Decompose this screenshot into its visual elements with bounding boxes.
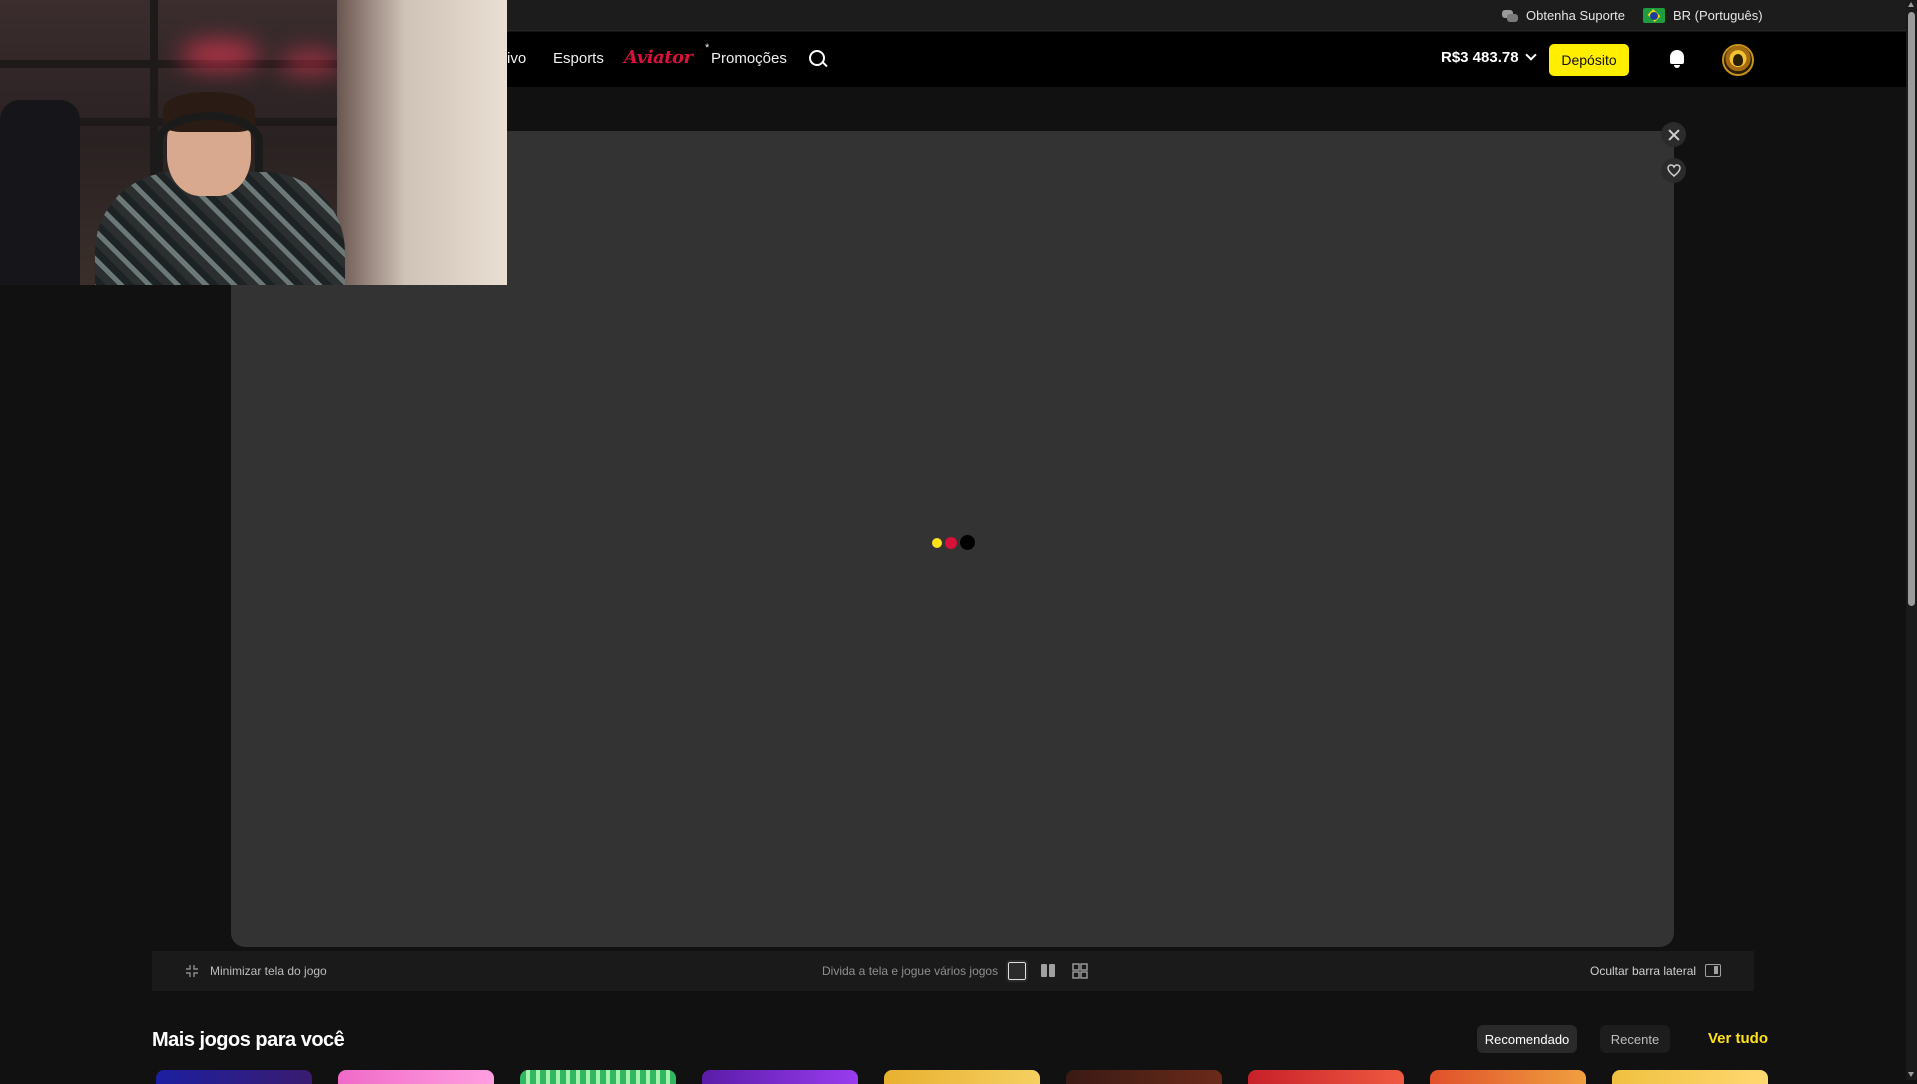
favorite-button[interactable] bbox=[1661, 158, 1686, 183]
scrollbar-thumb[interactable] bbox=[1908, 12, 1915, 606]
loader-dot bbox=[960, 535, 975, 550]
nav-item-promotions[interactable]: Promoções bbox=[711, 50, 787, 67]
sidebar-toggle-icon[interactable] bbox=[1705, 964, 1721, 977]
support-label: Obtenha Suporte bbox=[1526, 8, 1626, 23]
game-thumbnail[interactable] bbox=[1248, 1070, 1404, 1084]
support-link[interactable]: Obtenha Suporte bbox=[1502, 8, 1625, 23]
deposit-button[interactable]: Depósito bbox=[1549, 44, 1629, 76]
game-thumbnail[interactable] bbox=[156, 1070, 312, 1084]
scroll-up-arrow-icon[interactable] bbox=[1908, 2, 1914, 7]
tab-recent[interactable]: Recente bbox=[1600, 1025, 1670, 1053]
language-label: BR (Português) bbox=[1673, 8, 1763, 23]
nav-item-aviator[interactable]: Aviator bbox=[624, 47, 693, 68]
hide-sidebar-label[interactable]: Ocultar barra lateral bbox=[1590, 964, 1696, 978]
language-selector[interactable]: BR (Português) bbox=[1643, 8, 1763, 23]
chat-icon bbox=[1502, 9, 1518, 22]
page-scrollbar[interactable] bbox=[1906, 0, 1917, 1080]
promo-marker: * bbox=[705, 42, 710, 54]
tab-recommended[interactable]: Recomendado bbox=[1477, 1025, 1577, 1053]
see-all-link[interactable]: Ver tudo bbox=[1708, 1030, 1768, 1047]
webcam-overlay bbox=[0, 0, 507, 285]
layout-single-button[interactable] bbox=[1006, 960, 1028, 982]
game-thumbnail[interactable] bbox=[702, 1070, 858, 1084]
search-icon[interactable] bbox=[809, 50, 829, 70]
split-screen-label: Divida a tela e jogue vários jogos bbox=[822, 964, 999, 978]
nav-item-live[interactable]: ivo bbox=[507, 50, 526, 67]
balance-value: R$3 483.78 bbox=[1441, 49, 1519, 66]
layout-grid-button[interactable] bbox=[1071, 962, 1089, 980]
scroll-down-arrow-icon[interactable] bbox=[1908, 1072, 1914, 1077]
chevron-down-icon bbox=[1524, 49, 1537, 61]
loader-dot bbox=[945, 536, 957, 549]
loading-indicator bbox=[932, 535, 975, 550]
balance-dropdown[interactable]: R$3 483.78 bbox=[1441, 49, 1537, 66]
minimize-icon[interactable] bbox=[185, 964, 199, 978]
brazil-flag-icon bbox=[1643, 8, 1665, 23]
grid-icon bbox=[1072, 963, 1088, 979]
streamer bbox=[95, 92, 345, 285]
game-toolbar: Minimizar tela do jogo Divida a tela e j… bbox=[152, 951, 1754, 991]
layout-split-button[interactable] bbox=[1039, 962, 1057, 980]
game-thumbnail[interactable] bbox=[1612, 1070, 1768, 1084]
nav-item-esports[interactable]: Esports bbox=[553, 50, 604, 67]
game-thumbnail[interactable] bbox=[338, 1070, 494, 1084]
game-thumbnail[interactable] bbox=[1430, 1070, 1586, 1084]
close-icon bbox=[1668, 129, 1680, 141]
minimize-game-label[interactable]: Minimizar tela do jogo bbox=[210, 964, 327, 978]
close-game-button[interactable] bbox=[1661, 122, 1686, 147]
profile-avatar[interactable] bbox=[1722, 44, 1754, 76]
game-thumbnail[interactable] bbox=[520, 1070, 676, 1084]
game-thumbnail[interactable] bbox=[884, 1070, 1040, 1084]
section-title: Mais jogos para você bbox=[152, 1029, 345, 1051]
heart-icon bbox=[1666, 164, 1681, 177]
notification-bell-icon[interactable] bbox=[1668, 48, 1686, 70]
loader-dot bbox=[932, 537, 942, 548]
game-thumbnail[interactable] bbox=[1066, 1070, 1222, 1084]
